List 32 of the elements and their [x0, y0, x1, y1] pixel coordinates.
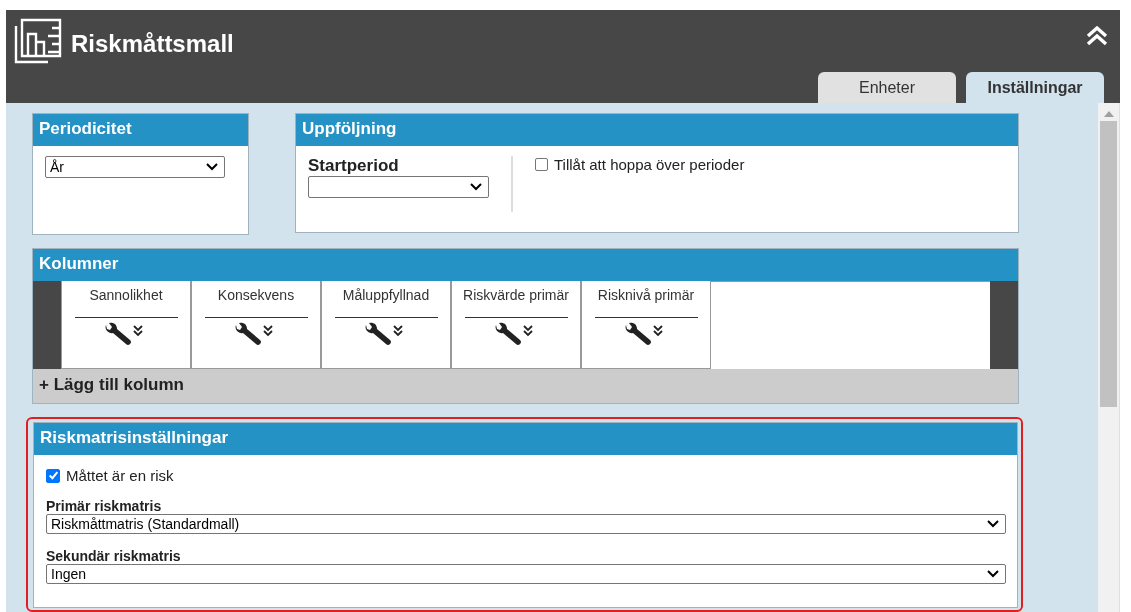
- field-label: Sekundär riskmatris: [46, 548, 182, 564]
- chevron-down-icon: [987, 520, 999, 528]
- secondary-matrix-select[interactable]: Ingen: [46, 564, 1006, 584]
- tab[interactable]: Inställningar: [966, 72, 1104, 103]
- panel-title: Periodicitet: [33, 114, 248, 146]
- checkbox[interactable]: [46, 468, 60, 483]
- panel-title: Riskmatrisinställningar: [34, 423, 1017, 455]
- periodicity-select[interactable]: År: [45, 156, 225, 178]
- panel-title: Uppföljning: [296, 114, 1018, 146]
- scroll-thumb[interactable]: [1100, 121, 1117, 407]
- panel-title: Kolumner: [33, 249, 1018, 281]
- double-chevron-up-icon[interactable]: [1086, 26, 1108, 46]
- chevron-down-icon: [206, 163, 218, 171]
- primary-matrix-select[interactable]: Riskmåttmatris (Standardmall): [46, 514, 1006, 534]
- column-name: Risknivå primär: [597, 287, 695, 303]
- scrollbar[interactable]: [1098, 103, 1119, 612]
- add-column-button[interactable]: + Lägg till kolumn: [33, 369, 1018, 403]
- checkbox-label: Tillåt att hoppa över perioder: [554, 156, 745, 173]
- column-name: Sannolikhet: [89, 287, 163, 303]
- start-period-select[interactable]: [308, 176, 489, 198]
- chevron-down-icon: [987, 570, 999, 578]
- checkbox[interactable]: [535, 158, 548, 171]
- column-name: Riskvärde primär: [463, 287, 569, 303]
- tab[interactable]: Enheter: [818, 72, 956, 103]
- column-name: Konsekvens: [217, 287, 295, 303]
- column-name: Måluppfyllnad: [342, 287, 430, 303]
- checkbox-label: Måttet är en risk: [66, 467, 174, 484]
- chevron-down-icon: [470, 183, 482, 191]
- field-label: Startperiod: [308, 156, 400, 176]
- chart-logo-icon: [14, 18, 64, 64]
- field-label: Primär riskmatris: [46, 498, 163, 514]
- page-title: Riskmåttsmall: [71, 30, 234, 58]
